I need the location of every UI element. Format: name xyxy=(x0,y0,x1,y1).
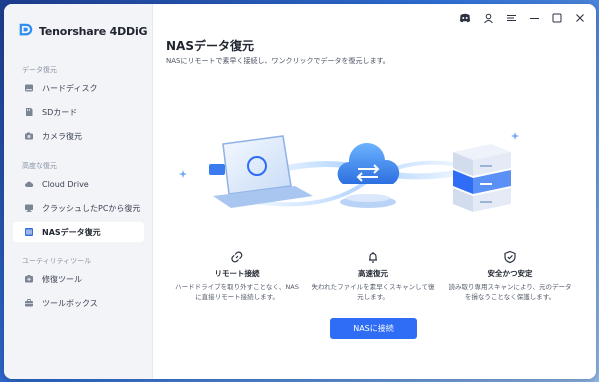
shield-check-icon xyxy=(504,250,516,264)
page-title: NASデータ復元 xyxy=(166,39,254,53)
feature-desc-line: ハードドライブを取り外すことなく、NAS xyxy=(175,283,299,291)
feature-desc-line: に直接リモート接続します。 xyxy=(195,293,279,301)
discord-icon[interactable] xyxy=(459,12,471,24)
maximize-icon[interactable] xyxy=(551,12,563,24)
app-window: Tenorshare 4DDiG データ復元 ハードディスク SDカード カメラ… xyxy=(4,4,596,379)
feature-desc-line: 失われたファイルを素早くスキャンして復 xyxy=(311,283,435,291)
titlebar-controls xyxy=(459,12,586,24)
section-label-data-recovery: データ復元 xyxy=(22,66,57,74)
sidebar-item-hard-disk[interactable]: ハードディスク xyxy=(13,78,144,98)
feature-desc: ハードドライブを取り外すことなく、NAS に直接リモート接続します。 xyxy=(162,282,312,302)
brand-name: Tenorshare 4DDiG xyxy=(39,25,148,38)
cloud-icon xyxy=(24,179,34,189)
minimize-icon[interactable] xyxy=(528,12,540,24)
sidebar-item-cloud-drive[interactable]: Cloud Drive xyxy=(13,174,144,194)
feature-desc-line: を損なうことなく保護します。 xyxy=(464,293,556,301)
crashed-pc-icon xyxy=(24,203,34,213)
sidebar-item-label: 修復ツール xyxy=(42,274,82,284)
sidebar-item-label: NASデータ復元 xyxy=(42,227,101,237)
main-panel: NASデータ復元 NASにリモートで素早く接続し、ワンクリックでデータを復元しま… xyxy=(153,4,596,379)
feature-title: リモート接続 xyxy=(214,269,260,278)
feature-remote-connection: リモート接続 ハードドライブを取り外すことなく、NAS に直接リモート接続します… xyxy=(162,250,312,302)
sidebar-item-label: SDカード xyxy=(42,107,78,117)
menu-icon[interactable] xyxy=(505,12,517,24)
feature-desc: 読み取り専用スキャンにより、元のデータ を損なうことなく保護します。 xyxy=(435,282,585,302)
sidebar-item-label: ツールボックス xyxy=(42,298,98,308)
sidebar: Tenorshare 4DDiG データ復元 ハードディスク SDカード カメラ… xyxy=(4,4,153,379)
brand: Tenorshare 4DDiG xyxy=(18,22,148,41)
bell-icon xyxy=(369,252,377,263)
sidebar-item-label: クラッシュしたPCから復元 xyxy=(42,203,141,213)
toolbox-icon xyxy=(24,298,34,308)
close-icon[interactable] xyxy=(574,12,586,24)
sidebar-item-toolbox[interactable]: ツールボックス xyxy=(13,293,144,313)
camera-icon xyxy=(24,131,34,141)
nas-server-illustration xyxy=(453,144,511,212)
link-icon xyxy=(231,251,243,263)
user-icon[interactable] xyxy=(482,12,494,24)
hard-disk-icon xyxy=(24,83,34,93)
hero-illustration xyxy=(173,124,523,234)
laptop-illustration xyxy=(209,135,313,208)
feature-desc-line: 元します。 xyxy=(357,293,389,301)
feature-fast-recovery: 高速復元 失われたファイルを素早くスキャンして復 元します。 xyxy=(298,250,448,302)
feature-title: 高速復元 xyxy=(358,269,388,278)
brand-logo-icon xyxy=(18,22,33,41)
sidebar-item-label: カメラ復元 xyxy=(42,131,82,141)
feature-desc-line: 読み取り専用スキャンにより、元のデータ xyxy=(448,283,572,291)
sidebar-item-label: Cloud Drive xyxy=(42,179,89,189)
section-label-utility-tools: ユーティリティツール xyxy=(22,257,92,265)
connect-nas-button[interactable]: NASに接続 xyxy=(330,318,417,339)
sidebar-item-repair-tool[interactable]: 修復ツール xyxy=(13,269,144,289)
repair-icon xyxy=(24,274,34,284)
sidebar-item-sd-card[interactable]: SDカード xyxy=(13,102,144,122)
sidebar-item-camera[interactable]: カメラ復元 xyxy=(13,126,144,146)
nas-icon xyxy=(24,227,34,237)
page-subtitle: NASにリモートで素早く接続し、ワンクリックでデータを復元します。 xyxy=(166,57,390,65)
feature-safe-stable: 安全かつ安定 読み取り専用スキャンにより、元のデータ を損なうことなく保護します… xyxy=(435,250,585,302)
feature-desc: 失われたファイルを素早くスキャンして復 元します。 xyxy=(298,282,448,302)
sidebar-item-label: ハードディスク xyxy=(42,83,98,93)
feature-title: 安全かつ安定 xyxy=(487,269,533,278)
sidebar-item-crashed-pc[interactable]: クラッシュしたPCから復元 xyxy=(13,198,144,218)
section-label-advanced-recovery: 高度な復元 xyxy=(22,162,57,170)
sd-card-icon xyxy=(24,107,34,117)
sidebar-item-nas-recovery[interactable]: NASデータ復元 xyxy=(13,222,144,242)
cloud-sync-illustration xyxy=(337,142,400,208)
